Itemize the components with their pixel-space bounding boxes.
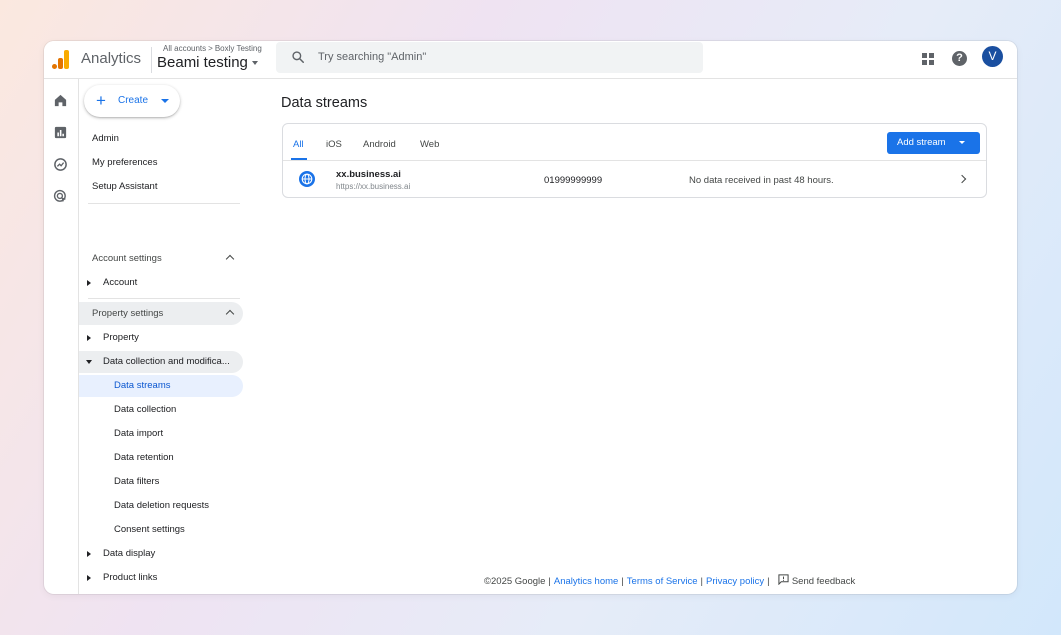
nav-data-display-label: Data display (103, 548, 156, 559)
footer: ©2025 Google | Analytics home | Terms of Ser… (484, 574, 856, 587)
add-stream-label: Add stream (897, 137, 946, 148)
data-streams-card: All iOS Android Web Add stream xx.busine… (282, 123, 987, 198)
nav-product-links-label: Product links (103, 572, 158, 583)
property-settings-label: Property settings (92, 308, 164, 319)
property-settings-header[interactable]: Property settings (79, 302, 243, 325)
account-breadcrumb[interactable]: All accounts > Boxly Testing (163, 44, 262, 53)
search-placeholder: Try searching "Admin" (318, 51, 427, 63)
nav-divider (88, 203, 240, 204)
footer-terms-link[interactable]: Terms of Service (627, 576, 698, 587)
footer-copyright: ©2025 Google (484, 576, 546, 587)
create-button[interactable]: + Create (84, 85, 180, 117)
nav-account[interactable]: Account (79, 272, 243, 294)
account-settings-label: Account settings (92, 253, 162, 264)
avatar[interactable]: V (982, 46, 1003, 67)
chevron-up-icon (225, 254, 235, 264)
globe-icon (299, 171, 315, 187)
analytics-logo-icon[interactable] (52, 49, 70, 69)
advertising-icon[interactable] (53, 189, 68, 204)
chevron-right-icon[interactable] (957, 174, 967, 184)
property-selector[interactable]: Beami testing (157, 54, 258, 71)
send-feedback-label: Send feedback (791, 576, 856, 587)
stream-id: 01999999999 (544, 175, 603, 186)
nav-consent-settings[interactable]: Consent settings (79, 519, 243, 541)
nav-data-collection[interactable]: Data collection (79, 399, 243, 421)
stream-name: xx.business.ai (336, 169, 401, 180)
expand-arrow-icon (87, 551, 91, 557)
admin-sidebar: + Create Admin My preferences Setup Assi… (79, 79, 254, 594)
explore-icon[interactable] (53, 157, 68, 172)
nav-data-filters[interactable]: Data filters (79, 471, 243, 493)
stream-url: https://xx.business.ai (336, 182, 411, 191)
expand-arrow-icon (87, 280, 91, 286)
analytics-window: Analytics All accounts > Boxly Testing Bea… (44, 41, 1017, 594)
left-rail (44, 79, 79, 594)
tab-all[interactable]: All (293, 139, 304, 150)
chevron-up-icon (225, 309, 235, 319)
nav-data-collection-label: Data collection and modifica... (103, 356, 230, 367)
nav-admin[interactable]: Admin (79, 128, 119, 150)
expand-arrow-icon (87, 335, 91, 341)
nav-data-collection-and-modification[interactable]: Data collection and modifica... (79, 351, 243, 373)
header-divider (151, 47, 152, 73)
stream-status: No data received in past 48 hours. (689, 175, 834, 186)
apps-grid-icon[interactable] (919, 49, 939, 69)
breadcrumb-root[interactable]: All accounts (163, 44, 206, 53)
caret-down-icon (161, 99, 169, 103)
add-stream-button[interactable]: Add stream (887, 132, 980, 154)
nav-property-label: Property (103, 332, 139, 343)
nav-data-import[interactable]: Data import (79, 423, 243, 445)
send-feedback-link[interactable]: Send feedback (778, 574, 856, 587)
caret-down-icon (251, 61, 258, 66)
page-title: Data streams (281, 95, 368, 111)
nav-setup-assistant[interactable]: Setup Assistant (79, 176, 157, 198)
footer-privacy-link[interactable]: Privacy policy (706, 576, 764, 587)
collapse-arrow-icon (86, 360, 92, 364)
create-label: Create (118, 95, 149, 106)
breadcrumb-separator: > (208, 44, 213, 53)
stream-row[interactable]: xx.business.ai https://xx.business.ai 01… (283, 161, 986, 197)
nav-my-preferences[interactable]: My preferences (79, 152, 157, 174)
main-content: Data streams All iOS Android Web Add str… (254, 79, 1017, 594)
caret-down-icon (959, 141, 965, 144)
nav-data-deletion-requests[interactable]: Data deletion requests (79, 495, 243, 517)
tab-android[interactable]: Android (363, 139, 396, 150)
property-name: Beami testing (157, 54, 248, 71)
footer-analytics-home-link[interactable]: Analytics home (554, 576, 618, 587)
nav-property[interactable]: Property (79, 327, 243, 349)
nav-data-streams[interactable]: Data streams (79, 375, 243, 397)
search-icon (292, 51, 305, 64)
nav-account-label: Account (103, 277, 138, 288)
app-name: Analytics (81, 50, 142, 67)
help-icon[interactable]: ? (950, 49, 970, 69)
nav-divider (88, 298, 240, 299)
feedback-icon (778, 574, 789, 586)
top-bar: Analytics All accounts > Boxly Testing Bea… (44, 41, 1017, 79)
account-settings-header[interactable]: Account settings (79, 247, 243, 270)
reports-icon[interactable] (53, 125, 68, 140)
nav-data-display[interactable]: Data display (79, 543, 243, 565)
tab-web[interactable]: Web (420, 139, 439, 150)
expand-arrow-icon (87, 575, 91, 581)
nav-product-links[interactable]: Product links (79, 567, 243, 589)
nav-data-retention[interactable]: Data retention (79, 447, 243, 469)
breadcrumb-account[interactable]: Boxly Testing (215, 44, 262, 53)
tab-ios[interactable]: iOS (326, 139, 342, 150)
search-bar[interactable]: Try searching "Admin" (276, 42, 703, 73)
plus-icon: + (96, 91, 106, 110)
home-icon[interactable] (53, 93, 68, 108)
